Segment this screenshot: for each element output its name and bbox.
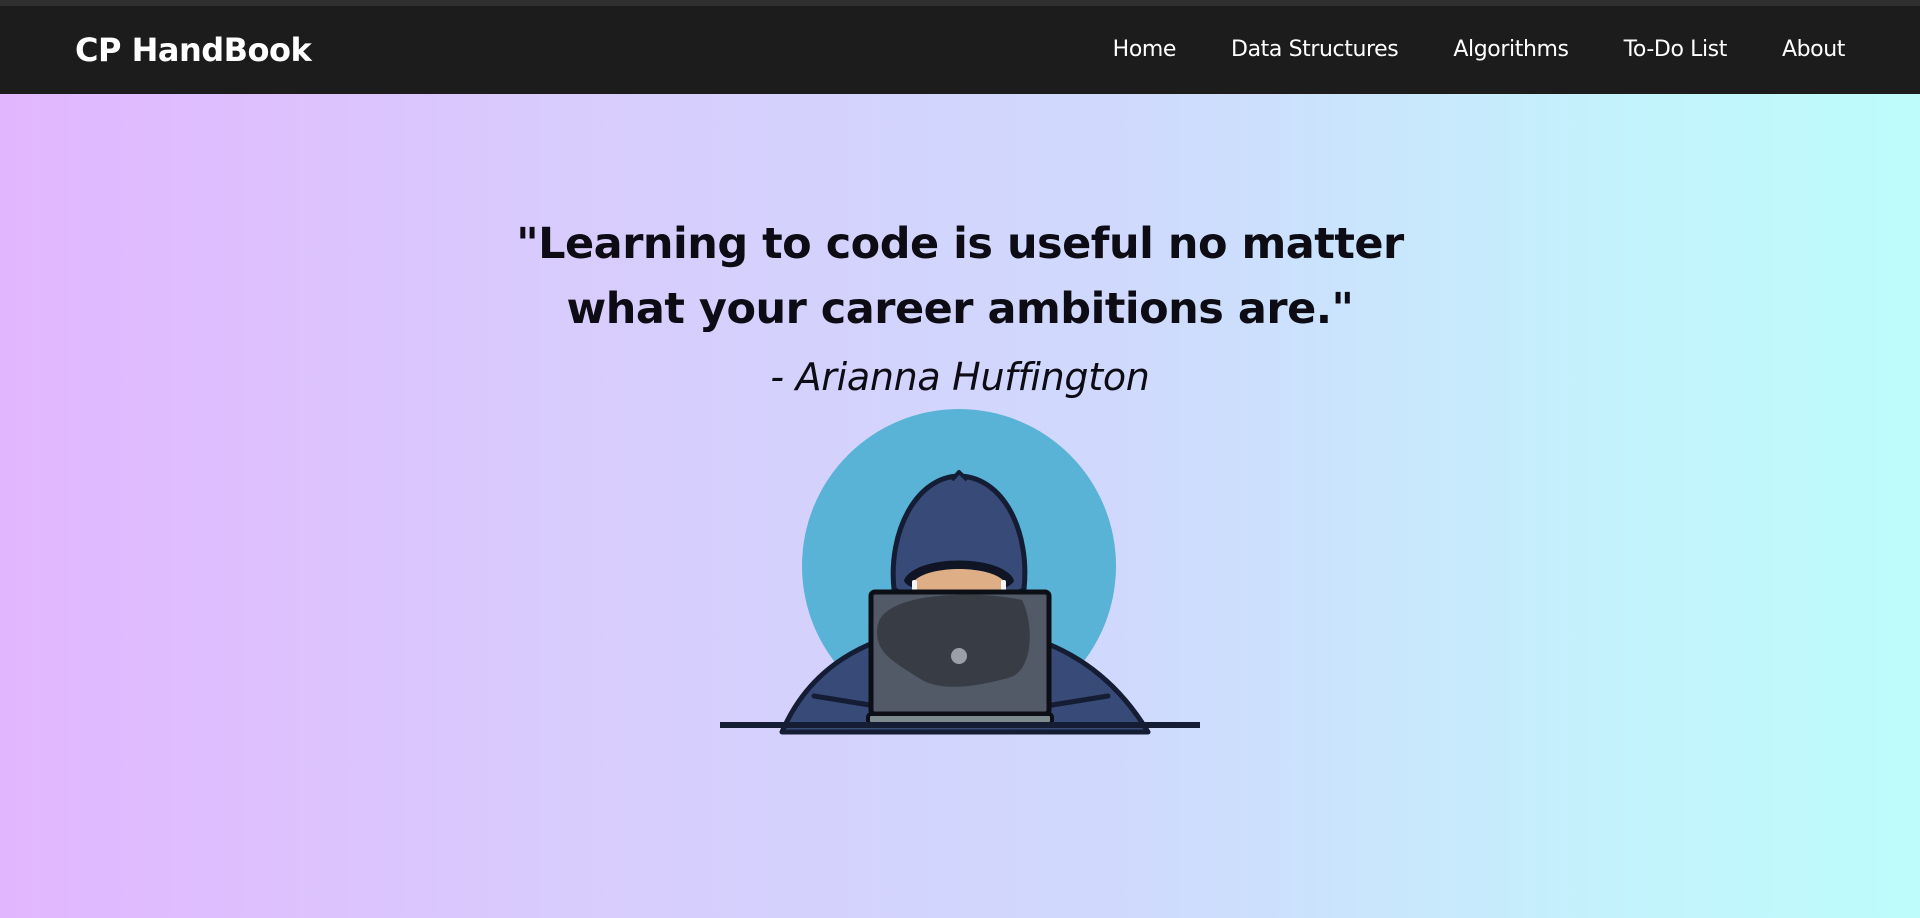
quote-author: - Arianna Huffington bbox=[770, 355, 1150, 399]
nav-links: Home Data Structures Algorithms To-Do Li… bbox=[1113, 37, 1846, 63]
nav-link-todo-list[interactable]: To-Do List bbox=[1624, 37, 1728, 63]
desk-line bbox=[720, 722, 1200, 728]
hero-section: "Learning to code is useful no matter wh… bbox=[0, 94, 1920, 918]
hooded-coder-illustration bbox=[720, 409, 1200, 735]
nav-link-about[interactable]: About bbox=[1782, 37, 1845, 63]
nav-link-algorithms[interactable]: Algorithms bbox=[1453, 37, 1569, 63]
navbar: CP HandBook Home Data Structures Algorit… bbox=[0, 6, 1920, 94]
nav-link-home[interactable]: Home bbox=[1113, 37, 1177, 63]
brand-logo[interactable]: CP HandBook bbox=[75, 30, 312, 70]
hero-quote: "Learning to code is useful no matter wh… bbox=[516, 219, 1404, 334]
nav-link-data-structures[interactable]: Data Structures bbox=[1231, 37, 1399, 63]
laptop-logo bbox=[951, 648, 967, 664]
